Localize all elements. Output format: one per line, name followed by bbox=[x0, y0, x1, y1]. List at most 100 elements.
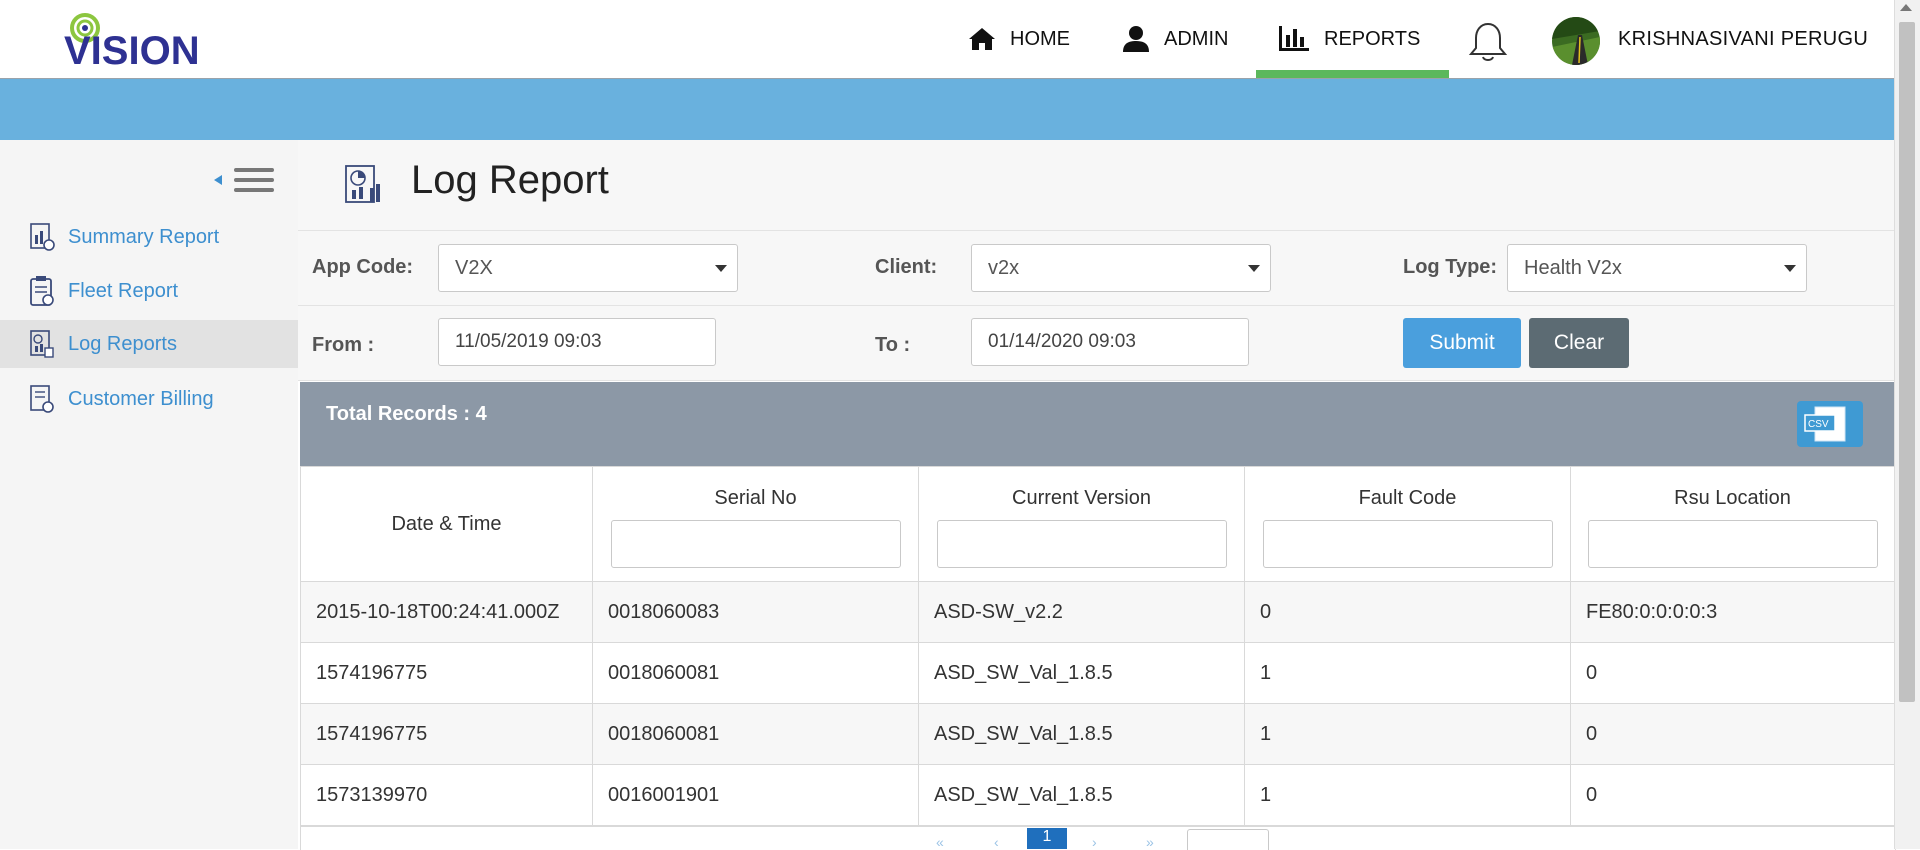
csv-export-button[interactable]: CSV bbox=[1797, 401, 1863, 447]
table-cell: 0018060081 bbox=[592, 642, 919, 704]
table-cell: ASD_SW_Val_1.8.5 bbox=[918, 703, 1245, 765]
column-label: Current Version bbox=[1012, 487, 1151, 509]
app-code-value: V2X bbox=[455, 256, 493, 279]
sidebar-item-customer-billing[interactable]: Customer Billing bbox=[0, 375, 298, 423]
summary-report-icon bbox=[30, 223, 55, 251]
bar-chart-icon bbox=[1279, 26, 1309, 51]
sidebar-item-label: Log Reports bbox=[68, 332, 177, 355]
table-row: 1573139970 0016001901 ASD_SW_Val_1.8.5 1… bbox=[300, 764, 1895, 826]
app-code-label: App Code: bbox=[312, 256, 414, 278]
top-header bbox=[0, 0, 1894, 79]
client-value: v2x bbox=[988, 256, 1020, 279]
nav-admin-label: ADMIN bbox=[1164, 27, 1229, 50]
table-row: 1574196775 0018060081 ASD_SW_Val_1.8.5 1… bbox=[300, 642, 1895, 704]
table-cell: 0018060083 bbox=[592, 581, 919, 643]
nav-reports[interactable]: REPORTS bbox=[1278, 0, 1420, 78]
column-label: Serial No bbox=[714, 487, 797, 509]
from-date-input[interactable]: 11/05/2019 09:03 bbox=[438, 318, 716, 366]
table-cell: 0016001901 bbox=[592, 764, 919, 826]
log-table: Date & Time Serial No Current Version Fa… bbox=[300, 466, 1895, 826]
notification-bell-icon[interactable] bbox=[1466, 20, 1510, 64]
report-chart-icon bbox=[344, 164, 386, 206]
column-header-fault-code[interactable]: Fault Code bbox=[1244, 466, 1571, 582]
clipboard-icon bbox=[30, 276, 54, 306]
records-bar bbox=[300, 382, 1894, 466]
menu-toggle-icon[interactable] bbox=[214, 164, 276, 196]
table-cell: 0 bbox=[1570, 642, 1895, 704]
sidebar-item-summary-report[interactable]: Summary Report bbox=[0, 213, 298, 261]
nav-home[interactable]: HOME bbox=[968, 0, 1070, 78]
to-date-input[interactable]: 01/14/2020 09:03 bbox=[971, 318, 1249, 366]
prev-page-icon[interactable]: ‹ bbox=[994, 834, 999, 850]
pagination-bar bbox=[300, 826, 1896, 850]
column-label: Rsu Location bbox=[1674, 487, 1791, 509]
table-cell: ASD_SW_Val_1.8.5 bbox=[918, 642, 1245, 704]
from-date-value: 11/05/2019 09:03 bbox=[455, 331, 602, 352]
active-tab-indicator bbox=[1256, 70, 1449, 78]
header-band bbox=[0, 79, 1894, 140]
chevron-down-icon bbox=[1248, 265, 1260, 272]
from-label: From : bbox=[312, 334, 375, 356]
chevron-down-icon bbox=[715, 265, 727, 272]
table-cell: 1573139970 bbox=[300, 764, 593, 826]
svg-text:VISION: VISION bbox=[64, 29, 200, 68]
table-cell: ASD-SW_v2.2 bbox=[918, 581, 1245, 643]
total-records: Total Records : 4 bbox=[326, 403, 487, 425]
scrollbar-thumb[interactable] bbox=[1899, 22, 1915, 702]
sidebar-item-label: Customer Billing bbox=[68, 387, 214, 410]
fault-code-filter-input[interactable] bbox=[1262, 520, 1553, 568]
to-date-value: 01/14/2020 09:03 bbox=[988, 331, 1136, 352]
log-type-select[interactable]: Health V2x bbox=[1507, 244, 1807, 292]
column-label: Date & Time bbox=[391, 512, 502, 535]
username[interactable]: KRISHNASIVANI PERUGU bbox=[1618, 28, 1868, 51]
table-cell: 1 bbox=[1244, 642, 1571, 704]
next-page-icon[interactable]: › bbox=[1092, 834, 1097, 850]
table-row: 2015-10-18T00:24:41.000Z 0018060083 ASD-… bbox=[300, 581, 1895, 643]
home-icon bbox=[969, 28, 995, 50]
vision-logo[interactable]: VISION bbox=[64, 12, 244, 73]
nav-reports-label: REPORTS bbox=[1324, 27, 1421, 50]
log-type-label: Log Type: bbox=[1403, 256, 1498, 278]
serial-no-filter-input[interactable] bbox=[610, 520, 901, 568]
rsu-location-filter-input[interactable] bbox=[1587, 520, 1878, 568]
svg-text:CSV: CSV bbox=[1808, 419, 1829, 430]
chevron-down-icon bbox=[1784, 265, 1796, 272]
page-size-select[interactable] bbox=[1187, 829, 1269, 850]
current-version-filter-input[interactable] bbox=[936, 520, 1227, 568]
table-cell: 0 bbox=[1244, 581, 1571, 643]
first-page-icon[interactable]: « bbox=[936, 834, 944, 850]
table-cell: 1574196775 bbox=[300, 642, 593, 704]
nav-home-label: HOME bbox=[1010, 27, 1070, 50]
table-cell: 2015-10-18T00:24:41.000Z bbox=[300, 581, 593, 643]
clear-button[interactable]: Clear bbox=[1529, 318, 1629, 368]
sidebar-item-fleet-report[interactable]: Fleet Report bbox=[0, 267, 298, 315]
table-cell: 0018060081 bbox=[592, 703, 919, 765]
table-cell: 1 bbox=[1244, 703, 1571, 765]
table-cell: FE80:0:0:0:0:3 bbox=[1570, 581, 1895, 643]
sidebar-item-log-reports[interactable]: Log Reports bbox=[0, 320, 298, 368]
table-cell: 0 bbox=[1570, 764, 1895, 826]
client-label: Client: bbox=[875, 256, 938, 278]
avatar[interactable] bbox=[1552, 17, 1600, 65]
table-cell: 1574196775 bbox=[300, 703, 593, 765]
nav-admin[interactable]: ADMIN bbox=[1122, 0, 1228, 78]
column-label: Fault Code bbox=[1358, 487, 1457, 509]
page-1-button[interactable]: 1 bbox=[1027, 828, 1067, 849]
column-header-date-time[interactable]: Date & Time bbox=[300, 466, 593, 582]
scroll-up-icon[interactable] bbox=[1900, 4, 1912, 11]
csv-icon: CSV bbox=[1804, 406, 1846, 442]
table-cell: 1 bbox=[1244, 764, 1571, 826]
sidebar-item-label: Summary Report bbox=[68, 225, 220, 248]
table-cell: ASD_SW_Val_1.8.5 bbox=[918, 764, 1245, 826]
column-header-current-version[interactable]: Current Version bbox=[918, 466, 1245, 582]
sidebar-item-label: Fleet Report bbox=[68, 279, 179, 302]
user-icon bbox=[1123, 26, 1149, 52]
client-select[interactable]: v2x bbox=[971, 244, 1271, 292]
column-header-serial-no[interactable]: Serial No bbox=[592, 466, 919, 582]
log-report-icon bbox=[30, 330, 54, 358]
last-page-icon[interactable]: » bbox=[1146, 834, 1154, 850]
page-title: Log Report bbox=[411, 158, 609, 202]
column-header-rsu-location[interactable]: Rsu Location bbox=[1570, 466, 1895, 582]
app-code-select[interactable]: V2X bbox=[438, 244, 738, 292]
submit-button[interactable]: Submit bbox=[1403, 318, 1521, 368]
